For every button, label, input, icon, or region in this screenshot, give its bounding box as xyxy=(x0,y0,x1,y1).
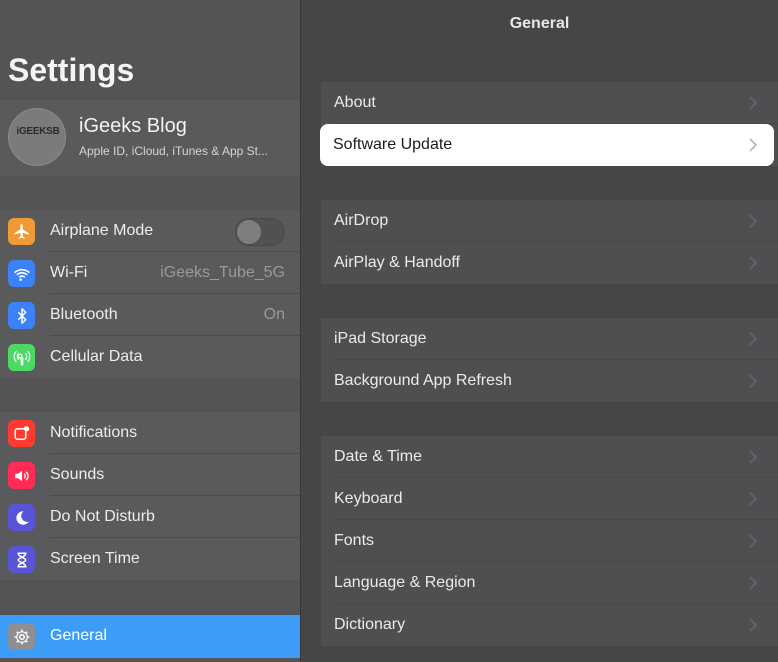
list-item-ipad-storage[interactable]: iPad Storage xyxy=(321,318,778,360)
list-item-airplay-handoff[interactable]: AirPlay & Handoff xyxy=(321,242,778,284)
list-item-label: Language & Region xyxy=(334,574,476,591)
sidebar: Settings iGEEKSB iGeeks Blog Apple ID, i… xyxy=(0,0,300,662)
list-item-software-update[interactable]: Software Update xyxy=(320,124,774,166)
profile-row[interactable]: iGEEKSB iGeeks Blog Apple ID, iCloud, iT… xyxy=(0,100,300,176)
sidebar-item-label: Notifications xyxy=(50,424,138,441)
sidebar-item-label: Wi-Fi xyxy=(50,264,88,281)
sidebar-item-label: Do Not Disturb xyxy=(50,508,155,525)
list-item-label: Dictionary xyxy=(334,616,406,633)
list-item-label: Date & Time xyxy=(334,448,423,465)
sidebar-item-label: General xyxy=(50,627,107,644)
sidebar-item-label: Bluetooth xyxy=(50,306,118,323)
list-item-dictionary[interactable]: Dictionary xyxy=(321,604,778,646)
list-item-label: Background App Refresh xyxy=(334,372,512,389)
list-item-label: AirDrop xyxy=(334,212,389,229)
list-item-date-time[interactable]: Date & Time xyxy=(321,436,778,478)
sidebar-item-wifi[interactable]: Wi-Fi iGeeks_Tube_5G xyxy=(0,252,300,294)
sidebar-item-cellular-data[interactable]: Cellular Data xyxy=(0,336,300,378)
sidebar-item-label: Airplane Mode xyxy=(50,222,154,239)
split-divider xyxy=(300,0,301,662)
profile-subtitle: Apple ID, iCloud, iTunes & App St... xyxy=(79,144,268,158)
list-item-label: AirPlay & Handoff xyxy=(334,254,460,271)
list-item-label: Keyboard xyxy=(334,490,403,507)
profile-name: iGeeks Blog xyxy=(79,115,187,137)
gear-icon xyxy=(8,623,35,650)
chevron-right-icon xyxy=(749,576,758,590)
wifi-network-value: iGeeks_Tube_5G xyxy=(160,264,285,281)
sidebar-item-screen-time[interactable]: Screen Time xyxy=(0,538,300,580)
list-item-label: iPad Storage xyxy=(334,330,427,347)
notifications-icon xyxy=(8,420,35,447)
bluetooth-icon xyxy=(8,302,35,329)
general-group-locale: Date & Time Keyboard Fonts Language & Re… xyxy=(321,436,778,646)
chevron-right-icon xyxy=(749,96,758,110)
general-group-airdrop: AirDrop AirPlay & Handoff xyxy=(321,200,778,284)
list-item-label: Software Update xyxy=(333,136,453,153)
airplane-icon xyxy=(8,218,35,245)
sidebar-item-bluetooth[interactable]: Bluetooth On xyxy=(0,294,300,336)
airplane-mode-toggle[interactable] xyxy=(235,218,285,246)
sidebar-item-airplane-mode[interactable]: Airplane Mode xyxy=(0,210,300,252)
settings-title: Settings xyxy=(8,52,135,88)
list-item-airdrop[interactable]: AirDrop xyxy=(321,200,778,242)
sidebar-item-general[interactable]: General xyxy=(0,615,300,658)
sidebar-item-do-not-disturb[interactable]: Do Not Disturb xyxy=(0,496,300,538)
chevron-right-icon xyxy=(749,138,758,152)
chevron-right-icon xyxy=(749,618,758,632)
sidebar-item-label: Screen Time xyxy=(50,550,140,567)
page-title: General xyxy=(509,15,570,32)
list-item-background-app-refresh[interactable]: Background App Refresh xyxy=(321,360,778,402)
general-group-storage: iPad Storage Background App Refresh xyxy=(321,318,778,402)
hourglass-icon xyxy=(8,546,35,573)
chevron-right-icon xyxy=(749,214,758,228)
sidebar-group-notifications: Notifications Sounds Do Not Disturb Scre… xyxy=(0,412,300,580)
sidebar-item-label: Sounds xyxy=(50,466,105,483)
chevron-right-icon xyxy=(749,492,758,506)
chevron-right-icon xyxy=(749,534,758,548)
chevron-right-icon xyxy=(749,450,758,464)
sidebar-item-sounds[interactable]: Sounds xyxy=(0,454,300,496)
chevron-right-icon xyxy=(749,332,758,346)
list-item-language-region[interactable]: Language & Region xyxy=(321,562,778,604)
moon-icon xyxy=(8,504,35,531)
avatar: iGEEKSB xyxy=(8,108,66,166)
list-item-label: About xyxy=(334,94,376,111)
sidebar-group-connectivity: Airplane Mode Wi-Fi iGeeks_Tube_5G Bluet… xyxy=(0,210,300,378)
sidebar-item-notifications[interactable]: Notifications xyxy=(0,412,300,454)
toggle-knob xyxy=(237,220,261,244)
chevron-right-icon xyxy=(749,374,758,388)
list-item-keyboard[interactable]: Keyboard xyxy=(321,478,778,520)
cellular-icon xyxy=(8,344,35,371)
list-item-label: Fonts xyxy=(334,532,375,549)
chevron-right-icon xyxy=(749,256,758,270)
bluetooth-status-value: On xyxy=(263,306,285,323)
sounds-icon xyxy=(8,462,35,489)
list-item-about[interactable]: About xyxy=(321,82,778,124)
list-item-fonts[interactable]: Fonts xyxy=(321,520,778,562)
avatar-logo-text: iGEEKSB xyxy=(16,126,60,137)
wifi-icon xyxy=(8,260,35,287)
sidebar-item-label: Cellular Data xyxy=(50,348,143,365)
